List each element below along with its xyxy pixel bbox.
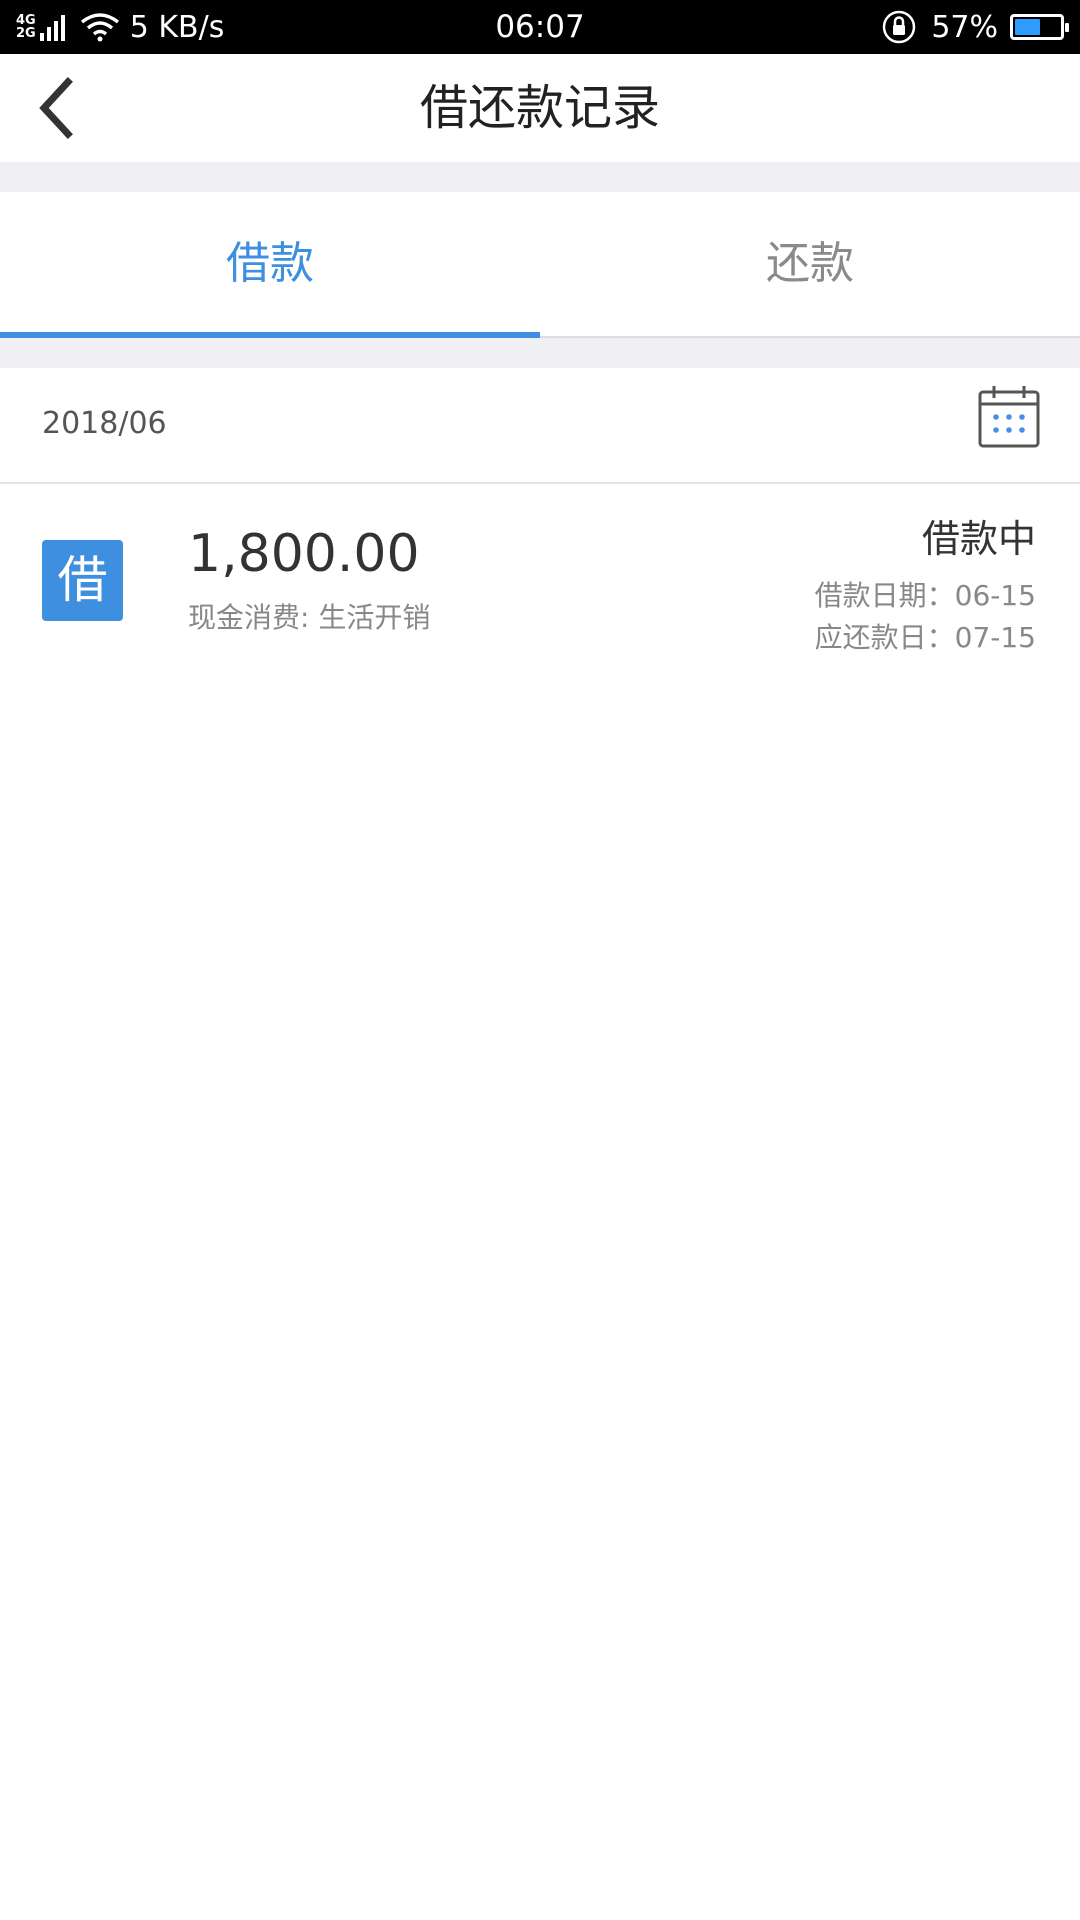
- loan-badge: 借: [42, 540, 123, 621]
- back-button[interactable]: [20, 72, 92, 144]
- tab-repay[interactable]: 还款: [540, 192, 1080, 336]
- rotation-lock-icon: [883, 10, 916, 44]
- tab-borrow[interactable]: 借款: [0, 192, 540, 338]
- calendar-button[interactable]: [976, 384, 1042, 450]
- section-divider: [0, 162, 1080, 192]
- chevron-left-icon: [39, 77, 73, 139]
- tab-bar: 借款 还款: [0, 192, 1080, 338]
- loan-status: 借款中: [921, 517, 1036, 561]
- tab-borrow-label: 借款: [226, 238, 314, 289]
- battery-fill: [1015, 19, 1040, 35]
- loan-description: 现金消费: 生活开销: [188, 601, 431, 634]
- loan-date: 借款日期：06-15: [814, 579, 1036, 612]
- status-right: 57%: [881, 0, 1069, 54]
- calendar-icon: [978, 386, 1040, 448]
- battery-percent: 57%: [931, 9, 998, 45]
- month-label: 2018/06: [42, 406, 167, 441]
- page-title: 借还款记录: [419, 80, 660, 136]
- status-bar: 4G 2G 5 KB/s 06:07 57%: [0, 0, 1080, 54]
- loan-due-date: 应还款日：07-15: [814, 621, 1036, 654]
- section-divider: [0, 338, 1080, 368]
- list-item[interactable]: 借 1,800.00 现金消费: 生活开销 借款中 借款日期：06-15 应还款…: [0, 484, 1080, 664]
- tab-repay-label: 还款: [766, 238, 854, 289]
- month-row: 2018/06: [0, 368, 1080, 484]
- loan-amount: 1,800.00: [188, 524, 420, 584]
- app-header: 借还款记录: [0, 54, 1080, 162]
- battery-icon: [1010, 14, 1069, 40]
